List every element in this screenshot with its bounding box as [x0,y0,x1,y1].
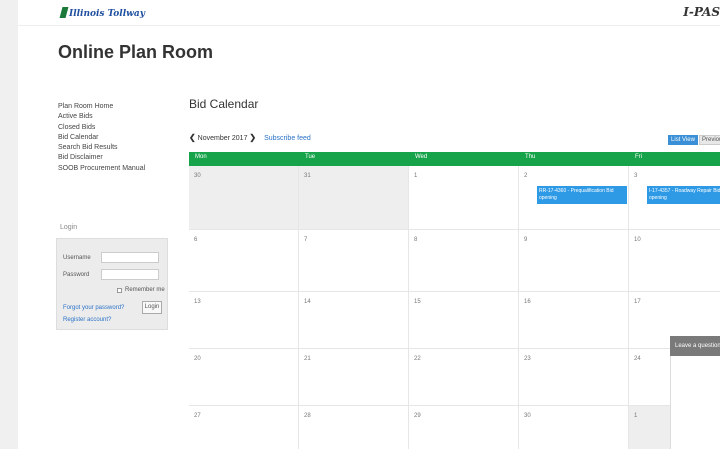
sidebar-item-bid-disclaimer[interactable]: Bid Disclaimer [58,153,178,163]
calendar-header: Mon Tue Wed Thu Fri [189,152,720,166]
calendar-day[interactable]: 30 [519,406,629,449]
remember-me-checkbox[interactable] [117,288,122,293]
day-number: 24 [634,356,641,362]
day-number: 23 [524,356,531,362]
previous-button[interactable]: Previous [699,135,720,145]
day-number: 2 [524,173,528,179]
list-view-button[interactable]: List View [668,135,698,145]
password-label: Password [63,272,90,278]
day-number: 31 [304,173,311,179]
calendar-day[interactable]: 13 [189,292,299,349]
calendar-day[interactable]: 22 [409,349,519,406]
logo-text: Illinois Tollway [69,9,145,19]
calendar-day[interactable]: 8 [409,230,519,292]
day-number: 21 [304,356,311,362]
calendar-day[interactable]: 9 [519,230,629,292]
calendar-day[interactable]: 31 [299,166,409,230]
day-number: 20 [194,356,201,362]
chat-widget-header[interactable]: Leave a question [670,336,720,356]
calendar-day[interactable]: 23 [519,349,629,406]
ipass-logo[interactable]: I-PAS [683,5,720,19]
sidebar-item-bid-calendar[interactable]: Bid Calendar [58,133,178,143]
calendar-day[interactable]: 14 [299,292,409,349]
page: Illinois Tollway I-PAS Online Plan Room … [18,0,720,449]
calendar-day[interactable]: 16 [519,292,629,349]
subscribe-link[interactable]: Subscribe feed [264,135,311,142]
day-header-mon: Mon [195,154,207,160]
sidebar-item-closed-bids[interactable]: Closed Bids [58,123,178,133]
calendar-day[interactable]: 6 [189,230,299,292]
next-month-icon[interactable]: ❯ [249,133,256,142]
calendar-day[interactable]: 21 [299,349,409,406]
username-input[interactable] [101,252,159,263]
day-number: 1 [634,413,638,419]
day-header-tue: Tue [305,154,316,160]
forgot-password-link[interactable]: Forgot your password? [63,305,124,311]
day-number: 17 [634,299,641,305]
calendar-day[interactable]: 27 [189,406,299,449]
calendar-day[interactable]: 29 [409,406,519,449]
page-title: Online Plan Room [58,42,214,62]
day-number: 29 [414,413,421,419]
day-number: 3 [634,173,638,179]
calendar-title: Bid Calendar [189,97,259,111]
day-number: 16 [524,299,531,305]
calendar-day[interactable]: 2 RR-17-4360 - Prequalification Bid open… [519,166,629,230]
calendar-day[interactable]: 20 [189,349,299,406]
day-number: 15 [414,299,421,305]
day-number: 13 [194,299,201,305]
calendar-day[interactable]: 10 [629,230,720,292]
tollway-logo-icon [59,7,69,18]
calendar-day[interactable]: 3 I-17-4357 - Roadway Repair Bid opening [629,166,720,230]
day-number: 7 [304,237,308,243]
sidebar-nav: Plan Room Home Active Bids Closed Bids B… [58,102,178,174]
login-heading: Login [60,224,78,231]
prev-month-icon[interactable]: ❮ [189,133,196,142]
day-number: 10 [634,237,641,243]
sidebar-item-plan-room-home[interactable]: Plan Room Home [58,102,178,112]
username-label: Username [63,255,91,261]
day-header-thu: Thu [525,154,536,160]
day-number: 28 [304,413,311,419]
day-number: 27 [194,413,201,419]
sidebar-item-procurement-manual[interactable]: SOOB Procurement Manual [58,164,178,174]
calendar-event[interactable]: I-17-4357 - Roadway Repair Bid opening [647,186,720,204]
day-number: 8 [414,237,418,243]
calendar-day[interactable]: 1 [409,166,519,230]
calendar-event[interactable]: RR-17-4360 - Prequalification Bid openin… [537,186,627,204]
chat-widget-body [670,356,720,449]
top-bar: Illinois Tollway I-PAS [18,0,720,26]
register-link[interactable]: Register account? [63,317,111,323]
day-header-wed: Wed [415,154,428,160]
remember-me-label: Remember me [125,287,165,293]
tollway-logo[interactable]: Illinois Tollway [59,7,145,19]
day-number: 6 [194,237,198,243]
login-button[interactable]: Login [142,301,162,314]
calendar-day[interactable]: 15 [409,292,519,349]
calendar-nav: ❮ November 2017 ❯ Subscribe feed [189,133,311,142]
day-header-fri: Fri [635,154,642,160]
month-label: November 2017 [197,135,248,142]
day-number: 1 [414,173,418,179]
sidebar-item-search-bid-results[interactable]: Search Bid Results [58,143,178,153]
calendar-day[interactable]: 28 [299,406,409,449]
calendar-day[interactable]: 30 [189,166,299,230]
day-number: 22 [414,356,421,362]
calendar-day[interactable]: 7 [299,230,409,292]
calendar-grid: Mon Tue Wed Thu Fri 30 31 1 2 RR-17-4360… [189,152,720,449]
login-box: Username Password Remember me Forgot you… [56,238,168,330]
password-input[interactable] [101,269,159,280]
day-number: 30 [524,413,531,419]
day-number: 30 [194,173,201,179]
day-number: 9 [524,237,528,243]
sidebar-item-active-bids[interactable]: Active Bids [58,112,178,122]
day-number: 14 [304,299,311,305]
